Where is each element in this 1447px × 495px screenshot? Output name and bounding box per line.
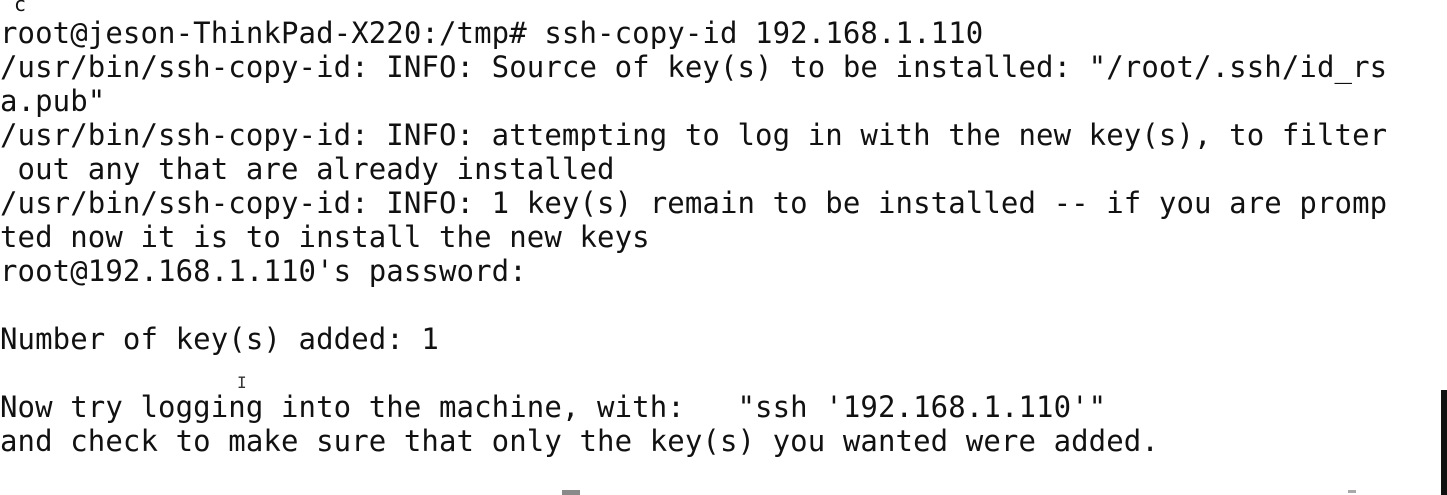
output-line-login-instruction: Now try logging into the machine, with: … <box>0 390 1107 424</box>
terminal-scrollbar[interactable] <box>1441 390 1447 495</box>
output-line-login-attempt: /usr/bin/ssh-copy-id: INFO: attempting t… <box>0 118 1388 152</box>
output-line-remaining-keys: /usr/bin/ssh-copy-id: INFO: 1 key(s) rem… <box>0 186 1388 220</box>
bottom-window-edge <box>562 490 580 495</box>
output-line-source-key-wrap: a.pub" <box>0 84 106 118</box>
output-line-keys-added: Number of key(s) added: 1 <box>0 322 439 356</box>
password-prompt: root@192.168.1.110's password: <box>0 254 527 288</box>
bottom-window-edge <box>1348 490 1356 493</box>
output-line-login-attempt-wrap: out any that are already installed <box>0 152 615 186</box>
output-line-verification-instruction: and check to make sure that only the key… <box>0 424 1159 458</box>
terminal-window[interactable]: c root@jeson-ThinkPad-X220:/tmp# ssh-cop… <box>0 0 1438 495</box>
output-line-source-key: /usr/bin/ssh-copy-id: INFO: Source of ke… <box>0 50 1388 84</box>
clipped-previous-line: c <box>14 0 27 16</box>
text-cursor-icon: I <box>237 373 247 392</box>
command-line: root@jeson-ThinkPad-X220:/tmp# ssh-copy-… <box>0 16 984 50</box>
output-line-remaining-keys-wrap: ted now it is to install the new keys <box>0 220 650 254</box>
